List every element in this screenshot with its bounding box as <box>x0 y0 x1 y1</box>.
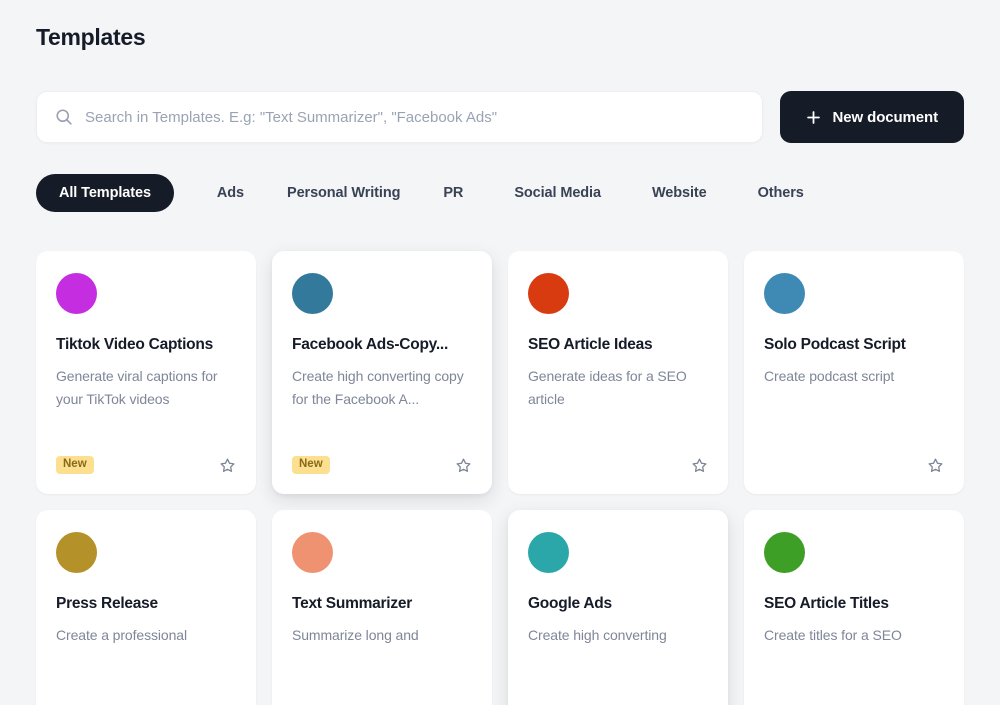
templates-grid: Tiktok Video Captions Generate viral capt… <box>36 251 964 705</box>
template-card[interactable]: Press Release Create a professional <box>36 510 256 705</box>
template-title: SEO Article Titles <box>764 595 889 612</box>
template-card-footer <box>764 454 944 476</box>
tab-others[interactable]: Others <box>758 174 804 212</box>
template-card-footer: New <box>292 454 472 476</box>
template-color-dot <box>56 532 97 573</box>
template-color-dot <box>764 532 805 573</box>
template-color-dot <box>292 532 333 573</box>
search-box[interactable] <box>36 91 763 143</box>
tab-ads[interactable]: Ads <box>217 174 244 212</box>
star-outline-icon[interactable] <box>927 457 944 474</box>
plus-icon <box>806 110 821 125</box>
template-card[interactable]: Google Ads Create high converting <box>508 510 728 705</box>
template-description: Summarize long and <box>292 627 419 643</box>
template-card[interactable]: SEO Article Ideas Generate ideas for a SE… <box>508 251 728 494</box>
template-description: Create high converting copy for the Face… <box>292 368 464 407</box>
template-color-dot <box>528 273 569 314</box>
template-title: Press Release <box>56 595 158 612</box>
template-title: Facebook Ads-Copy... <box>292 336 449 353</box>
template-title: Solo Podcast Script <box>764 336 906 353</box>
template-description: Create titles for a SEO <box>764 627 902 643</box>
tab-all-templates[interactable]: All Templates <box>36 174 174 212</box>
tab-personal-writing[interactable]: Personal Writing <box>287 174 400 212</box>
template-description: Generate ideas for a SEO article <box>528 368 687 407</box>
template-card[interactable]: Tiktok Video Captions Generate viral capt… <box>36 251 256 494</box>
page-title: Templates <box>36 24 146 50</box>
new-document-label: New document <box>832 108 939 126</box>
search-input[interactable] <box>85 92 744 142</box>
template-card[interactable]: Text Summarizer Summarize long and <box>272 510 492 705</box>
search-row: New document <box>36 91 964 143</box>
tab-website[interactable]: Website <box>652 174 707 212</box>
template-title: Text Summarizer <box>292 595 413 612</box>
template-title: Google Ads <box>528 595 612 612</box>
template-description: Create high converting <box>528 627 667 643</box>
star-outline-icon[interactable] <box>219 457 236 474</box>
template-card[interactable]: Solo Podcast Script Create podcast script <box>744 251 964 494</box>
template-color-dot <box>56 273 97 314</box>
template-color-dot <box>764 273 805 314</box>
tab-social-media[interactable]: Social Media <box>514 174 601 212</box>
template-title: Tiktok Video Captions <box>56 336 213 353</box>
tab-pr[interactable]: PR <box>443 174 463 212</box>
template-card[interactable]: Facebook Ads-Copy... Create high converti… <box>272 251 492 494</box>
new-document-button[interactable]: New document <box>779 91 964 143</box>
search-icon <box>55 108 73 126</box>
template-card-footer <box>528 454 708 476</box>
templates-page: Templates New document All Templates <box>0 0 1000 705</box>
template-description: Generate viral captions for your TikTok … <box>56 368 218 407</box>
new-badge: New <box>56 456 94 474</box>
template-description: Create podcast script <box>764 368 895 384</box>
template-color-dot <box>528 532 569 573</box>
star-outline-icon[interactable] <box>455 457 472 474</box>
template-card-footer: New <box>56 454 236 476</box>
template-title: SEO Article Ideas <box>528 336 653 353</box>
template-category-tabs: All Templates Ads Personal Writing PR So… <box>36 174 964 212</box>
template-color-dot <box>292 273 333 314</box>
template-card[interactable]: SEO Article Titles Create titles for a SE… <box>744 510 964 705</box>
new-badge: New <box>292 456 330 474</box>
template-description: Create a professional <box>56 627 187 643</box>
star-outline-icon[interactable] <box>691 457 708 474</box>
